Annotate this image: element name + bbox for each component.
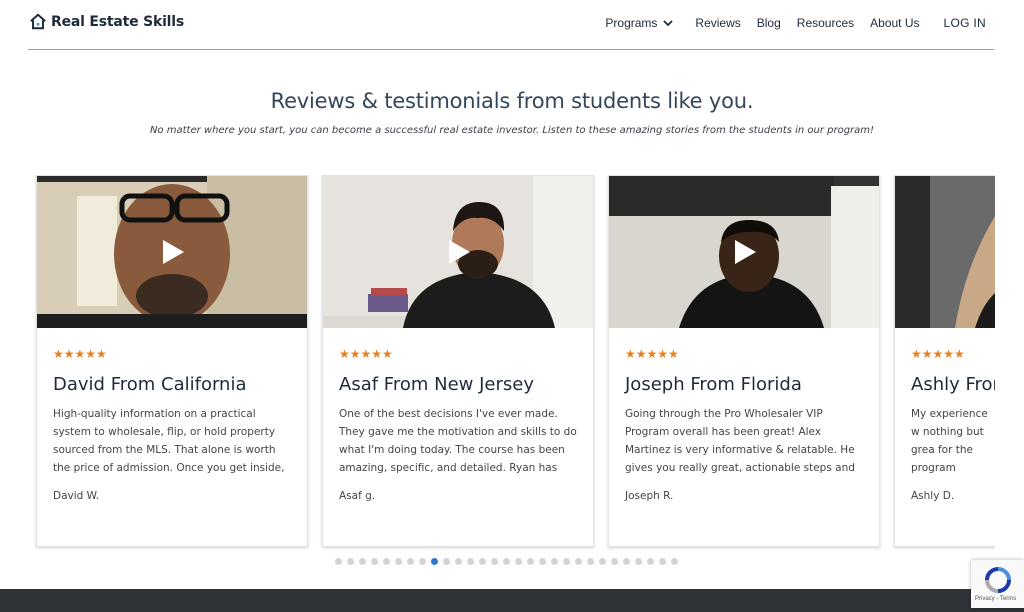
- review-author: David W.: [53, 490, 100, 502]
- review-author: Joseph R.: [625, 490, 674, 502]
- star-rating: ★★★★★: [53, 347, 107, 361]
- carousel-dot[interactable]: [527, 558, 534, 565]
- carousel-dot[interactable]: [563, 558, 570, 565]
- review-text: One of the best decisions I've ever made…: [339, 408, 577, 474]
- review-text: My experience w nothing but grea for the…: [911, 408, 988, 474]
- carousel-dot[interactable]: [659, 558, 666, 565]
- nav-about[interactable]: About Us: [870, 16, 919, 30]
- reviewer-name: Ashly From: [911, 374, 995, 395]
- carousel-dot[interactable]: [395, 558, 402, 565]
- carousel-dot[interactable]: [359, 558, 366, 565]
- carousel-dot[interactable]: [671, 558, 678, 565]
- nav-blog[interactable]: Blog: [757, 16, 781, 30]
- play-icon: [163, 240, 184, 264]
- carousel-pagination: [335, 558, 678, 565]
- carousel-dot[interactable]: [491, 558, 498, 565]
- video-frame: [895, 176, 995, 328]
- header-divider: [28, 49, 994, 50]
- site-logo[interactable]: Real Estate Skills: [29, 13, 184, 31]
- carousel-dot[interactable]: [587, 558, 594, 565]
- carousel-dot[interactable]: [623, 558, 630, 565]
- section-subtitle: No matter where you start, you can becom…: [149, 125, 875, 136]
- testimonial-card[interactable]: ★★★★★ Joseph From Florida Going through …: [608, 175, 880, 547]
- review-text: High-quality information on a practical …: [53, 408, 285, 474]
- carousel-dot[interactable]: [611, 558, 618, 565]
- carousel-dot[interactable]: [419, 558, 426, 565]
- star-rating: ★★★★★: [911, 347, 965, 361]
- reviewer-name: Asaf From New Jersey: [339, 374, 534, 395]
- reviewer-name: Joseph From Florida: [625, 374, 802, 395]
- main-nav: Programs Reviews Blog Resources About Us…: [605, 16, 986, 30]
- video-thumbnail[interactable]: [323, 176, 593, 328]
- carousel-dot[interactable]: [335, 558, 342, 565]
- carousel-dot[interactable]: [431, 558, 438, 565]
- carousel-dot[interactable]: [467, 558, 474, 565]
- carousel-dot[interactable]: [407, 558, 414, 565]
- carousel-dot[interactable]: [647, 558, 654, 565]
- footer-band: [0, 589, 1024, 612]
- nav-programs-label: Programs: [605, 16, 658, 30]
- play-icon: [449, 240, 470, 264]
- logo-text: Real Estate Skills: [51, 14, 185, 30]
- carousel-dot[interactable]: [455, 558, 462, 565]
- review-author: Asaf g.: [339, 490, 376, 502]
- chevron-down-icon: [663, 20, 674, 27]
- video-thumbnail[interactable]: [895, 176, 995, 328]
- carousel-dot[interactable]: [371, 558, 378, 565]
- star-rating: ★★★★★: [625, 347, 679, 361]
- recaptcha-badge[interactable]: Privacy - Terms: [971, 560, 1024, 608]
- carousel-dot[interactable]: [551, 558, 558, 565]
- nav-reviews[interactable]: Reviews: [695, 16, 740, 30]
- carousel-dot[interactable]: [347, 558, 354, 565]
- carousel-dot[interactable]: [443, 558, 450, 565]
- nav-resources[interactable]: Resources: [797, 16, 854, 30]
- carousel-dot[interactable]: [635, 558, 642, 565]
- carousel-dot[interactable]: [503, 558, 510, 565]
- video-thumbnail[interactable]: [37, 176, 307, 328]
- recaptcha-links[interactable]: Privacy - Terms: [975, 596, 1016, 602]
- testimonial-carousel[interactable]: ★★★★★ David From California High-quality…: [0, 175, 995, 550]
- review-text: Going through the Pro Wholesaler VIP Pro…: [625, 408, 855, 474]
- video-thumbnail[interactable]: [609, 176, 879, 328]
- testimonial-card[interactable]: ★★★★★ Asaf From New Jersey One of the be…: [322, 175, 594, 547]
- reviewer-name: David From California: [53, 374, 247, 395]
- carousel-dot[interactable]: [599, 558, 606, 565]
- section-title: Reviews & testimonials from students lik…: [270, 89, 754, 113]
- carousel-dot[interactable]: [539, 558, 546, 565]
- house-icon: [30, 13, 46, 30]
- nav-login[interactable]: LOG IN: [944, 16, 986, 30]
- site-header: Real Estate Skills Programs Reviews Blog…: [0, 0, 1024, 48]
- carousel-dot[interactable]: [515, 558, 522, 565]
- testimonial-card[interactable]: ★★★★★ Ashly From My experience w nothing…: [894, 175, 995, 547]
- carousel-dot[interactable]: [383, 558, 390, 565]
- star-rating: ★★★★★: [339, 347, 393, 361]
- play-icon: [735, 240, 756, 264]
- carousel-dot[interactable]: [479, 558, 486, 565]
- testimonial-card[interactable]: ★★★★★ David From California High-quality…: [36, 175, 308, 547]
- carousel-dot[interactable]: [575, 558, 582, 565]
- review-author: Ashly D.: [911, 490, 955, 502]
- nav-programs[interactable]: Programs: [605, 16, 674, 30]
- recaptcha-icon: [985, 567, 1011, 593]
